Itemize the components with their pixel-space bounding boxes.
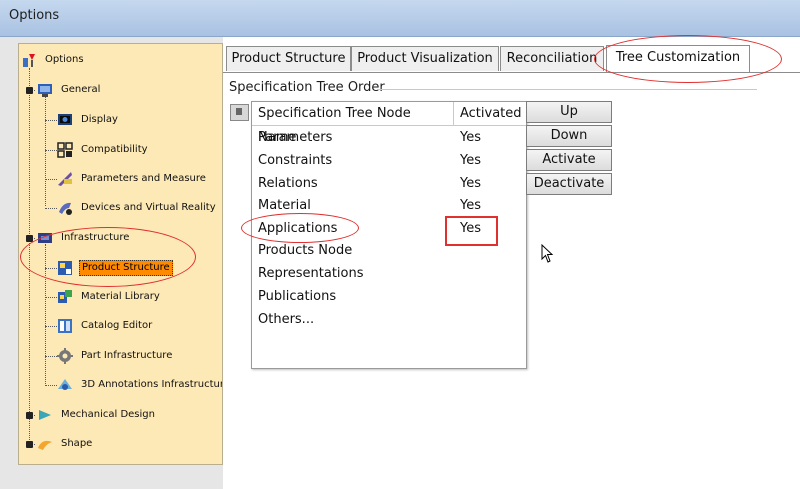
parameters-icon [57,171,73,187]
annotations-icon [57,377,73,393]
tree-node-part-infrastructure[interactable]: Part Infrastructure [57,348,217,364]
display-icon [57,112,73,128]
tree-node-catalog-editor[interactable]: Catalog Editor [57,318,217,334]
list-item[interactable]: Parameters Yes [252,128,526,150]
expander-shape[interactable] [26,441,33,448]
tab-product-visualization[interactable]: Product Visualization [351,46,499,71]
column-header-activated[interactable]: Activated [454,102,526,126]
group-title: Specification Tree Order [229,80,385,95]
compatibility-icon [57,142,73,158]
tree-node-compatibility[interactable]: Compatibility [57,142,217,158]
tree-node-options[interactable]: Options [21,52,211,68]
mouse-cursor-icon [541,244,554,263]
down-button[interactable]: Down [526,125,612,147]
annotation-ellipse-tab [594,35,782,83]
list-item[interactable]: Publications [252,287,526,309]
options-dialog: Options General Display Compatibility Pa… [0,35,800,489]
tree-node-shape[interactable]: Shape [37,436,217,452]
column-header-name[interactable]: Specification Tree Node Name [252,102,454,145]
annotation-ellipse-tree [20,227,196,287]
gear-icon [57,348,73,364]
annotation-rect-yes [445,216,498,246]
tree-node-parameters-and-measure[interactable]: Parameters and Measure [57,171,222,187]
tree-node-mechanical-design[interactable]: Mechanical Design [37,407,217,423]
tree-node-general[interactable]: General [37,82,217,98]
content-panel: Product Structure Product Visualization … [223,35,800,489]
list-item[interactable]: Constraints Yes [252,151,526,173]
tree-node-material-library[interactable]: Material Library [57,289,217,305]
catalog-editor-icon [57,318,73,334]
tab-product-structure[interactable]: Product Structure [226,46,351,71]
tree-node-display[interactable]: Display [57,112,217,128]
expander-general[interactable] [26,87,33,94]
list-item[interactable]: Representations [252,264,526,286]
title-bar: Options [0,0,800,37]
lock-button[interactable] [230,104,249,121]
list-item[interactable]: Others... [252,310,526,332]
deactivate-button[interactable]: Deactivate [526,173,612,195]
up-button[interactable]: Up [526,101,612,123]
options-icon [21,52,37,68]
tab-reconciliation[interactable]: Reconciliation [500,46,604,71]
shape-icon [37,436,53,452]
annotation-ellipse-applications [241,213,359,243]
devices-icon [57,200,73,216]
tree-node-devices[interactable]: Devices and Virtual Reality [57,200,222,216]
tree-node-3d-annotations[interactable]: 3D Annotations Infrastructure [57,377,222,393]
lock-icon [236,108,242,115]
expander-mechanical-design[interactable] [26,412,33,419]
window-title: Options [9,8,60,23]
material-library-icon [57,289,73,305]
mechanical-design-icon [37,407,53,423]
list-item[interactable]: Relations Yes [252,174,526,196]
general-icon [37,82,53,98]
activate-button[interactable]: Activate [526,149,612,171]
